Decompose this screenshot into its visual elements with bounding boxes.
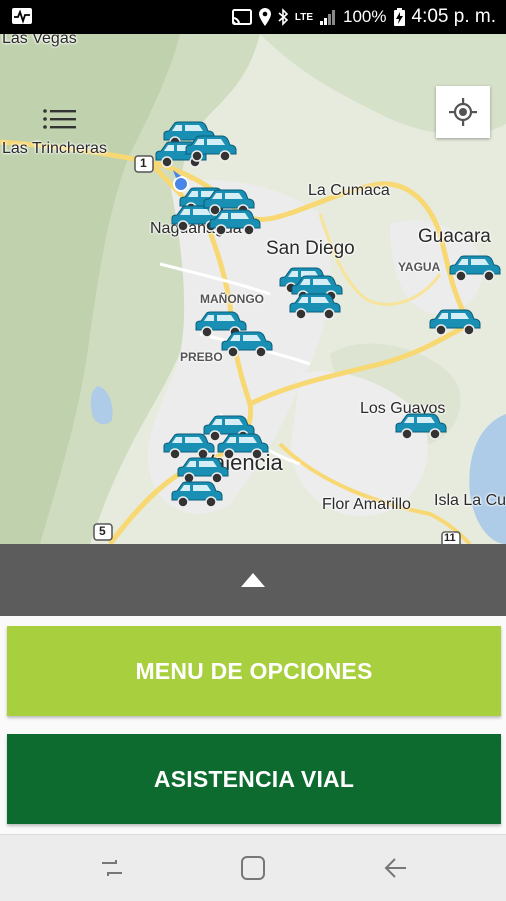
menu-button[interactable] xyxy=(40,104,80,134)
system-nav-bar xyxy=(0,834,506,901)
recents-icon xyxy=(102,860,122,876)
chevron-up-icon xyxy=(241,573,265,587)
map-label-flor-amarillo: Flor Amarillo xyxy=(322,496,411,513)
home-icon xyxy=(241,856,265,880)
route-5-label: 5 xyxy=(99,524,106,538)
vehicle-marker[interactable] xyxy=(206,208,262,238)
home-button[interactable] xyxy=(233,853,273,883)
map-label-isla-la-cu: Isla La Cu xyxy=(434,492,506,509)
bluetooth-icon xyxy=(278,8,288,26)
vehicle-marker[interactable] xyxy=(446,254,502,284)
activity-notification-icon xyxy=(12,8,32,24)
vehicle-marker[interactable] xyxy=(168,480,224,510)
menu-de-opciones-button[interactable]: MENU DE OPCIONES xyxy=(7,626,501,716)
battery-percent: 100% xyxy=(343,7,387,26)
battery-charging-icon xyxy=(393,8,405,26)
back-button[interactable] xyxy=(376,853,416,883)
back-arrow-icon xyxy=(384,858,406,878)
clock: 4:05 p. m. xyxy=(411,6,497,27)
signal-icon xyxy=(320,10,336,25)
vehicle-marker[interactable] xyxy=(182,134,238,164)
route-11-label: 11 xyxy=(444,532,456,544)
cast-icon xyxy=(231,9,252,25)
vehicle-marker[interactable] xyxy=(218,330,274,360)
expand-panel-handle[interactable] xyxy=(0,544,506,616)
map-label-san-diego: San Diego xyxy=(266,238,355,259)
map-view[interactable]: 1 5 11 Las Vegas Las Trincheras La Cumac… xyxy=(0,34,506,544)
menu-icon xyxy=(43,109,76,129)
my-location-icon xyxy=(449,98,477,126)
map-label-yagua: YAGUA xyxy=(398,260,441,274)
recents-button[interactable] xyxy=(92,853,132,883)
map-label-las-vegas: Las Vegas xyxy=(2,34,77,47)
route-1-label: 1 xyxy=(140,156,147,170)
vehicle-marker[interactable] xyxy=(392,412,448,442)
vehicle-marker[interactable] xyxy=(286,292,342,322)
asistencia-vial-button[interactable]: ASISTENCIA VIAL xyxy=(7,734,501,824)
location-pin-icon xyxy=(258,8,271,26)
map-label-las-trincheras: Las Trincheras xyxy=(2,140,107,157)
map-label-manongo: MAÑONGO xyxy=(200,292,264,306)
vehicle-marker[interactable] xyxy=(426,308,482,338)
map-label-prebo: PREBO xyxy=(180,350,223,364)
my-location-button[interactable] xyxy=(436,86,490,138)
network-type: LTE xyxy=(294,11,314,23)
map-label-la-cumaca: La Cumaca xyxy=(308,182,390,199)
status-bar: LTE 100% 4:05 p. m. xyxy=(0,0,506,34)
map-label-guacara: Guacara xyxy=(418,226,491,247)
